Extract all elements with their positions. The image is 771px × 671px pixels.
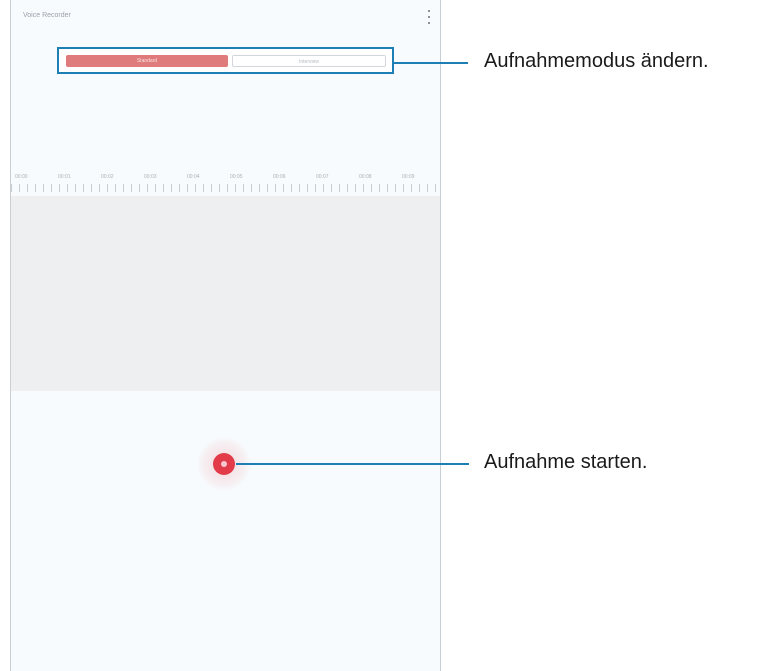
callout-line-record [236,463,469,465]
timeline-tick-label: 00:01 [58,174,71,180]
timeline-tick-label: 00:04 [187,174,200,180]
more-dot [428,10,430,12]
callout-record-label: Aufnahme starten. [484,451,648,473]
device-screen: Voice Recorder Standard Interview 00:00 … [10,0,441,671]
recording-mode-selector: Standard Interview [57,47,394,74]
record-icon [221,461,227,467]
timeline-tick-label: 00:09 [402,174,415,180]
tab-standard[interactable]: Standard [66,55,228,67]
callout-line-mode [393,62,468,64]
record-button[interactable] [213,453,235,475]
timeline-tick-label: 00:05 [230,174,243,180]
timeline-tick-label: 00:07 [316,174,329,180]
more-dot [428,16,430,18]
tab-interview[interactable]: Interview [232,55,386,67]
waveform-area [11,196,440,391]
callout-mode-label: Aufnahmemodus ändern. [484,50,709,72]
more-dot [428,22,430,24]
timeline-ruler [11,184,440,192]
timeline-tick-label: 00:02 [101,174,114,180]
timeline-tick-label: 00:06 [273,174,286,180]
more-options-icon[interactable] [426,10,432,24]
timeline-tick-label: 00:00 [15,174,28,180]
app-title: Voice Recorder [23,12,71,19]
timeline-tick-label: 00:03 [144,174,157,180]
timeline-tick-label: 00:08 [359,174,372,180]
